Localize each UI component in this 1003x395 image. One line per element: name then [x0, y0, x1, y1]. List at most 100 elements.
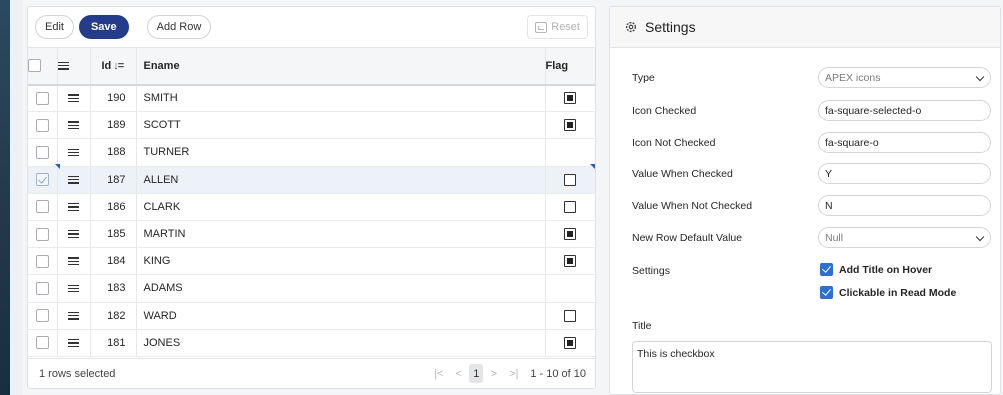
table-row[interactable]: 185 MARTIN	[28, 220, 595, 249]
current-page[interactable]: 1	[469, 364, 484, 383]
hamburger-icon[interactable]	[68, 201, 79, 213]
id-cell[interactable]: 189	[89, 111, 137, 140]
row-select-checkbox[interactable]	[35, 336, 49, 350]
save-button[interactable]: Save	[78, 15, 129, 39]
table-row[interactable]: 184 KING	[28, 247, 595, 276]
table-row[interactable]: 181 JONES	[28, 329, 595, 357]
row-actions-cell[interactable]	[57, 274, 91, 303]
row-select-checkbox[interactable]	[35, 281, 49, 295]
ename-cell[interactable]: JONES	[136, 329, 546, 357]
table-row[interactable]: 190 SMITH	[28, 84, 595, 113]
row-select-checkbox[interactable]	[35, 173, 49, 187]
checked-square-icon[interactable]	[564, 119, 577, 132]
id-cell[interactable]: 188	[89, 138, 137, 167]
ename-cell[interactable]: SMITH	[136, 84, 546, 113]
ename-cell[interactable]: SCOTT	[136, 111, 546, 140]
reset-button[interactable]: Reset	[527, 15, 588, 39]
row-select-checkbox[interactable]	[35, 91, 49, 105]
row-selector-cell[interactable]	[28, 329, 58, 357]
flag-cell[interactable]	[545, 302, 595, 330]
hamburger-icon[interactable]	[68, 337, 79, 349]
row-select-checkbox[interactable]	[35, 309, 49, 323]
flag-cell[interactable]	[545, 84, 595, 113]
row-select-checkbox[interactable]	[35, 227, 49, 241]
select-all-checkbox[interactable]	[28, 59, 41, 73]
add-row-button[interactable]: Add Row	[146, 15, 212, 39]
id-cell[interactable]: 181	[89, 329, 137, 357]
hamburger-icon[interactable]	[68, 255, 79, 267]
row-selector-cell[interactable]	[28, 247, 58, 276]
checked-square-icon[interactable]	[564, 255, 577, 268]
clickable-in-read-mode-option[interactable]: Clickable in Read Mode	[820, 286, 956, 299]
row-select-checkbox[interactable]	[35, 118, 49, 132]
table-row[interactable]: 182 WARD	[28, 302, 595, 330]
ename-cell[interactable]: WARD	[136, 302, 546, 330]
row-selector-cell[interactable]	[28, 193, 58, 221]
row-actions-cell[interactable]	[57, 84, 91, 113]
table-row[interactable]: 189 SCOTT	[28, 111, 595, 140]
new-row-default-select[interactable]: Null	[818, 227, 991, 248]
hamburger-icon[interactable]	[68, 310, 79, 322]
row-actions-cell[interactable]	[57, 247, 91, 276]
row-actions-cell[interactable]	[57, 193, 91, 221]
table-row[interactable]: 183 ADAMS	[28, 274, 595, 303]
row-actions-cell[interactable]	[57, 138, 91, 167]
id-cell[interactable]: 182	[89, 302, 137, 330]
square-icon[interactable]	[564, 173, 577, 186]
row-selector-cell[interactable]	[28, 274, 58, 303]
title-textarea[interactable]: This is checkbox	[632, 341, 992, 393]
column-header-ename[interactable]: Ename	[136, 47, 546, 86]
ename-cell[interactable]: ADAMS	[136, 274, 546, 303]
clickable-in-read-mode-checkbox[interactable]	[820, 286, 833, 299]
ename-cell[interactable]: TURNER	[136, 138, 546, 167]
row-select-checkbox[interactable]	[35, 200, 49, 214]
hamburger-icon[interactable]	[68, 119, 79, 131]
hamburger-icon[interactable]	[68, 283, 79, 295]
checked-square-icon[interactable]	[564, 228, 577, 241]
row-actions-cell[interactable]	[57, 220, 91, 249]
row-selector-cell[interactable]	[28, 220, 58, 249]
square-icon[interactable]	[564, 309, 577, 322]
flag-cell[interactable]	[545, 274, 595, 303]
id-cell[interactable]: 185	[89, 220, 137, 249]
checked-square-icon[interactable]	[564, 336, 577, 349]
actions-header[interactable]	[57, 47, 91, 86]
row-selector-cell[interactable]	[28, 84, 58, 113]
row-selector-cell[interactable]	[28, 302, 58, 330]
value-checked-input[interactable]: Y	[818, 163, 991, 184]
value-not-checked-input[interactable]: N	[818, 195, 991, 216]
hamburger-icon[interactable]	[57, 60, 69, 72]
hamburger-icon[interactable]	[68, 174, 79, 186]
row-actions-cell[interactable]	[57, 329, 91, 357]
last-page-icon[interactable]: >|	[504, 364, 523, 383]
id-cell[interactable]: 190	[89, 84, 137, 113]
hamburger-icon[interactable]	[68, 228, 79, 240]
icon-checked-input[interactable]: fa-square-selected-o	[818, 100, 991, 121]
first-page-icon[interactable]: |<	[429, 364, 448, 383]
next-page-icon[interactable]: >	[484, 364, 503, 383]
row-selector-cell[interactable]	[28, 166, 58, 194]
column-header-id[interactable]: Id ↓=	[90, 47, 137, 86]
hamburger-icon[interactable]	[68, 92, 79, 104]
id-cell[interactable]: 187	[89, 166, 137, 194]
previous-page-icon[interactable]: <	[449, 364, 468, 383]
flag-cell[interactable]	[545, 111, 595, 140]
icon-not-checked-input[interactable]: fa-square-o	[818, 132, 991, 153]
row-selector-cell[interactable]	[28, 111, 58, 140]
row-selector-cell[interactable]	[28, 138, 58, 167]
id-cell[interactable]: 183	[89, 274, 137, 303]
row-actions-cell[interactable]	[57, 302, 91, 330]
table-row[interactable]: 188 TURNER	[28, 138, 595, 167]
column-header-flag[interactable]: Flag	[545, 47, 595, 86]
ename-cell[interactable]: ALLEN	[136, 166, 546, 194]
row-actions-cell[interactable]	[57, 166, 91, 194]
add-title-on-hover-option[interactable]: Add Title on Hover	[820, 263, 932, 276]
row-actions-cell[interactable]	[57, 111, 91, 140]
type-select[interactable]: APEX icons	[818, 67, 991, 88]
checked-square-icon[interactable]	[564, 92, 577, 105]
flag-cell[interactable]	[545, 247, 595, 276]
add-title-on-hover-checkbox[interactable]	[820, 263, 833, 276]
id-cell[interactable]: 186	[89, 193, 137, 221]
flag-cell[interactable]	[545, 329, 595, 357]
ename-cell[interactable]: MARTIN	[136, 220, 546, 249]
